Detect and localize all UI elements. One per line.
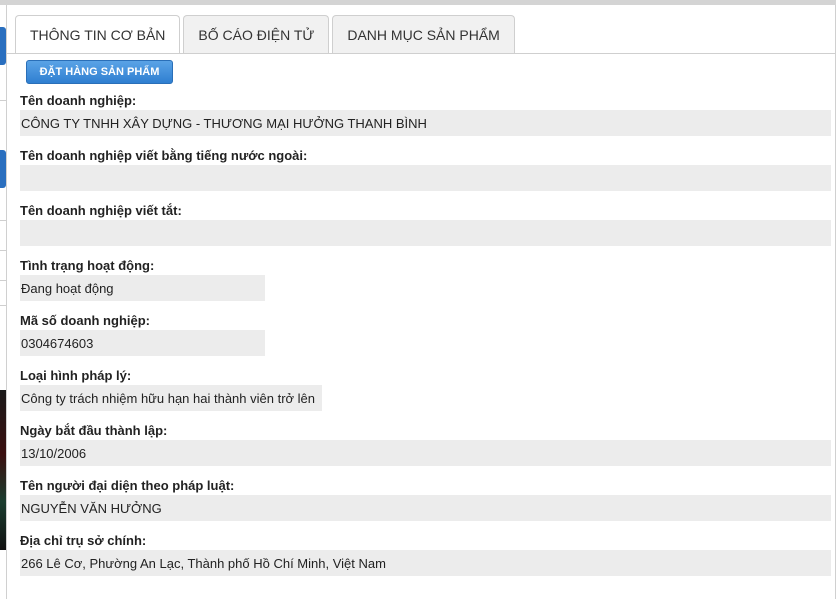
tab-product-catalog[interactable]: DANH MỤC SẢN PHẨM xyxy=(332,15,515,53)
company-name-label: Tên doanh nghiệp: xyxy=(20,93,137,108)
tax-code-value: 0304674603 xyxy=(20,330,265,356)
tab-electronic-announcement[interactable]: BỐ CÁO ĐIỆN TỬ xyxy=(183,15,330,53)
head-office-address-label: Địa chỉ trụ sở chính: xyxy=(20,533,147,548)
head-office-address-value: 266 Lê Cơ, Phường An Lạc, Thành phố Hồ C… xyxy=(20,550,831,576)
foreign-name-value xyxy=(20,165,831,191)
founding-date-label: Ngày bắt đầu thành lập: xyxy=(20,423,168,438)
operating-status-value: Đang hoạt động xyxy=(20,275,265,301)
company-info-panel: THÔNG TIN CƠ BẢN BỐ CÁO ĐIỆN TỬ DANH MỤC… xyxy=(6,5,836,599)
legal-representative-value: NGUYỄN VĂN HƯỞNG xyxy=(20,495,831,521)
legal-type-label: Loại hình pháp lý: xyxy=(20,368,132,383)
short-name-value xyxy=(20,220,831,246)
legal-representative-label: Tên người đại diện theo pháp luật: xyxy=(20,478,235,493)
operating-status-label: Tình trạng hoạt động: xyxy=(20,258,155,273)
tab-basic-info[interactable]: THÔNG TIN CƠ BẢN xyxy=(15,15,181,54)
order-products-button[interactable]: ĐẶT HÀNG SẢN PHẨM xyxy=(26,60,173,84)
foreign-name-label: Tên doanh nghiệp viết bằng tiếng nước ng… xyxy=(20,148,308,163)
tab-underline xyxy=(7,53,835,54)
tab-bar: THÔNG TIN CƠ BẢN BỐ CÁO ĐIỆN TỬ DANH MỤC… xyxy=(15,15,515,54)
legal-type-value: Công ty trách nhiệm hữu hạn hai thành vi… xyxy=(20,385,322,411)
founding-date-value: 13/10/2006 xyxy=(20,440,831,466)
short-name-label: Tên doanh nghiệp viết tắt: xyxy=(20,203,182,218)
tax-code-label: Mã số doanh nghiệp: xyxy=(20,313,150,328)
company-name-value: CÔNG TY TNHH XÂY DỰNG - THƯƠNG MẠI HƯỞNG… xyxy=(20,110,831,136)
